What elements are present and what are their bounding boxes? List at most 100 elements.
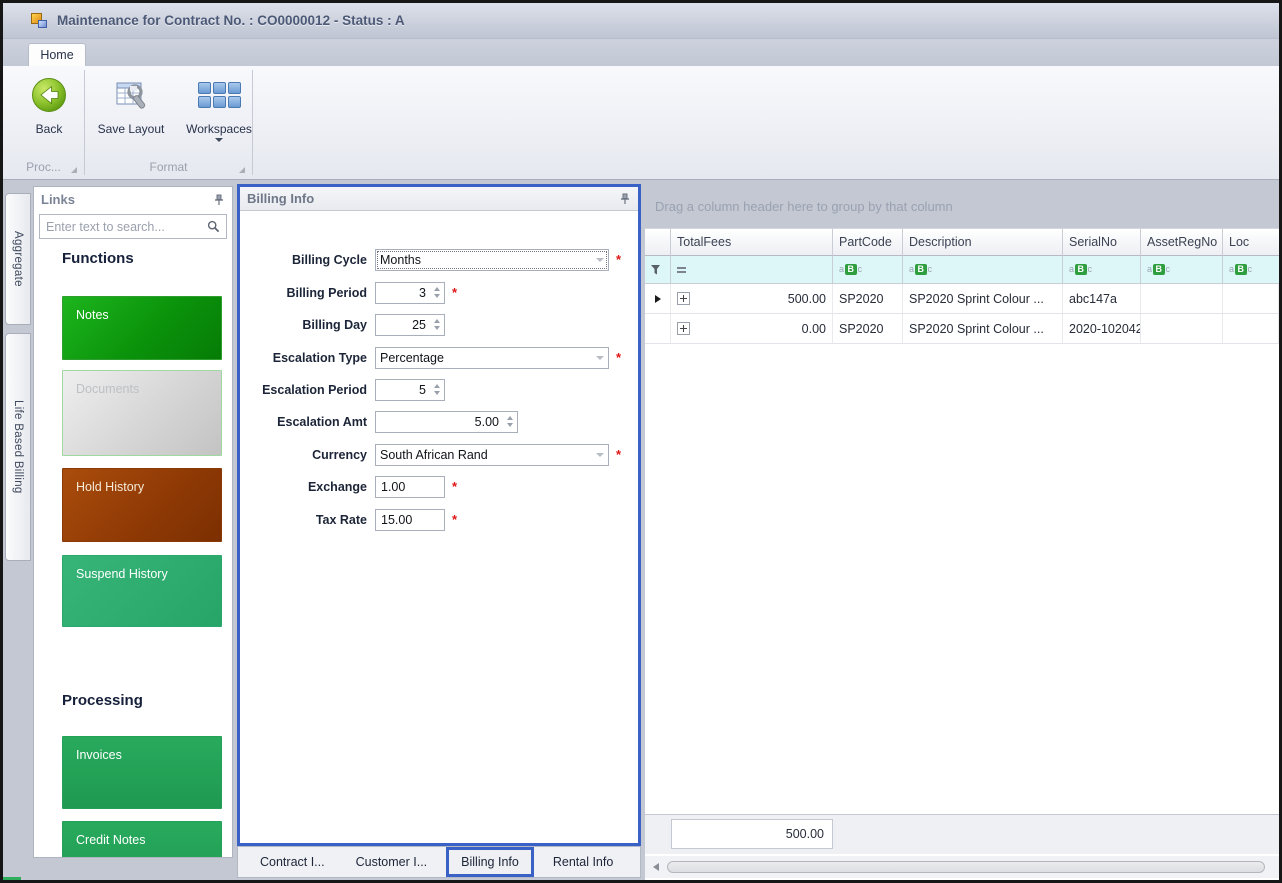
cell-description[interactable]: SP2020 Sprint Colour ... (903, 314, 1063, 344)
exchange-field[interactable]: 1.00 (375, 475, 445, 498)
group-by-panel[interactable]: Drag a column header here to group by th… (645, 184, 1279, 228)
column-header-description[interactable]: Description (903, 228, 1063, 256)
cell-partcode[interactable]: SP2020 (833, 314, 903, 344)
spin-up-icon[interactable] (507, 416, 513, 420)
column-header-totalfees[interactable]: TotalFees (671, 228, 833, 256)
billing-cycle-combo[interactable]: Months (375, 248, 609, 271)
back-label: Back (35, 122, 63, 136)
escalation-type-combo[interactable]: Percentage (375, 346, 609, 369)
documents-button[interactable]: Documents (62, 370, 222, 456)
cell-assetregno[interactable] (1141, 284, 1223, 314)
tab-customer-info[interactable]: Customer I... (344, 847, 440, 877)
workspaces-grid-icon (178, 74, 260, 116)
side-tab-aggregate[interactable]: Aggregate (5, 193, 31, 325)
pin-icon[interactable] (213, 194, 225, 206)
chevron-down-icon[interactable] (592, 250, 608, 270)
escalation-amt-spinner[interactable]: 5.00 (375, 410, 518, 433)
side-tab-life-based-billing[interactable]: Life Based Billing (5, 333, 31, 561)
escalation-amt-label: Escalation Amt (277, 414, 367, 429)
required-indicator: * (616, 350, 622, 365)
cell-location[interactable] (1223, 314, 1279, 344)
filter-cell-totalfees[interactable] (671, 256, 833, 284)
spin-up-icon[interactable] (434, 287, 440, 291)
cell-totalfees[interactable]: 0.00 (671, 314, 833, 344)
grid-row[interactable]: 500.00 SP2020 SP2020 Sprint Colour ... a… (645, 284, 1279, 314)
tab-billing-info[interactable]: Billing Info (446, 847, 534, 877)
filter-cell-assetregno[interactable]: aBc (1141, 256, 1223, 284)
grid-summary-footer: 500.00 (645, 814, 1279, 854)
currency-combo[interactable]: South African Rand (375, 443, 609, 466)
column-header-partcode[interactable]: PartCode (833, 228, 903, 256)
cell-location[interactable] (1223, 284, 1279, 314)
grid-row[interactable]: 0.00 SP2020 SP2020 Sprint Colour ... 202… (645, 314, 1279, 344)
cell-assetregno[interactable] (1141, 314, 1223, 344)
dialog-launcher-icon[interactable] (71, 167, 77, 173)
tab-contract-info[interactable]: Contract I... (248, 847, 337, 877)
suspend-history-button[interactable]: Suspend History (62, 555, 222, 627)
billing-period-spinner[interactable]: 3 (375, 281, 445, 304)
filter-icon (651, 264, 660, 274)
credit-notes-button[interactable]: Credit Notes (62, 821, 222, 857)
save-layout-button[interactable]: Save Layout (92, 74, 170, 136)
save-layout-icon (92, 74, 170, 116)
workspaces-button[interactable]: Workspaces (178, 74, 260, 142)
tax-rate-field[interactable]: 15.00 (375, 508, 445, 531)
filter-cell-location[interactable]: aBc (1223, 256, 1279, 284)
cell-partcode[interactable]: SP2020 (833, 284, 903, 314)
filter-cell-partcode[interactable]: aBc (833, 256, 903, 284)
form-icon (31, 12, 48, 29)
text-filter-icon: aBc (909, 264, 933, 275)
row-indicator-cell (645, 314, 671, 344)
expand-detail-icon[interactable] (677, 292, 690, 305)
back-button[interactable]: Back (18, 74, 80, 136)
cell-description[interactable]: SP2020 Sprint Colour ... (903, 284, 1063, 314)
spin-down-icon[interactable] (434, 391, 440, 395)
dialog-launcher-icon[interactable] (239, 167, 245, 173)
spin-down-icon[interactable] (507, 423, 513, 427)
cell-serialno[interactable]: 2020-102042 (1063, 314, 1141, 344)
search-input[interactable] (46, 219, 207, 234)
invoices-button[interactable]: Invoices (62, 736, 222, 809)
focused-row-indicator (645, 284, 671, 314)
cell-serialno[interactable]: abc147a (1063, 284, 1141, 314)
billing-cycle-value: Months (380, 252, 421, 267)
column-header-assetregno[interactable]: AssetRegNo (1141, 228, 1223, 256)
equals-operator-icon[interactable] (677, 266, 686, 273)
currency-value: South African Rand (380, 447, 488, 462)
pin-icon[interactable] (619, 193, 631, 205)
spin-down-icon[interactable] (434, 294, 440, 298)
escalation-period-spinner[interactable]: 5 (375, 378, 445, 401)
spin-up-icon[interactable] (434, 319, 440, 323)
scrollbar-thumb[interactable] (667, 861, 1265, 873)
totalfees-value: 500.00 (787, 291, 826, 306)
tab-rental-info[interactable]: Rental Info (541, 847, 625, 877)
filter-row-indicator (645, 256, 671, 284)
detail-tab-strip: Contract I... Customer I... Billing Info… (237, 846, 641, 878)
hold-history-button[interactable]: Hold History (62, 468, 222, 542)
required-indicator: * (452, 479, 458, 494)
cell-totalfees[interactable]: 500.00 (671, 284, 833, 314)
app-window: Maintenance for Contract No. : CO0000012… (0, 0, 1282, 883)
spin-up-icon[interactable] (434, 384, 440, 388)
required-indicator: * (616, 252, 622, 267)
grid-header-row: TotalFees PartCode Description SerialNo … (645, 228, 1279, 256)
filter-cell-serialno[interactable]: aBc (1063, 256, 1141, 284)
spin-down-icon[interactable] (434, 326, 440, 330)
billing-day-spinner[interactable]: 25 (375, 313, 445, 336)
scroll-left-icon[interactable] (653, 863, 659, 871)
column-header-serialno[interactable]: SerialNo (1063, 228, 1141, 256)
text-filter-icon: aBc (1069, 264, 1093, 275)
links-search-box[interactable] (39, 214, 227, 239)
escalation-period-value: 5 (419, 382, 426, 397)
chevron-down-icon[interactable] (592, 348, 608, 368)
search-icon[interactable] (207, 220, 220, 233)
column-header-location[interactable]: Loc (1223, 228, 1279, 256)
escalation-type-label: Escalation Type (272, 350, 367, 365)
back-arrow-icon (18, 74, 80, 116)
notes-button[interactable]: Notes (62, 296, 222, 360)
expand-detail-icon[interactable] (677, 322, 690, 335)
tab-home[interactable]: Home (28, 43, 86, 66)
chevron-down-icon[interactable] (592, 445, 608, 465)
filter-cell-description[interactable]: aBc (903, 256, 1063, 284)
horizontal-scrollbar[interactable] (645, 856, 1279, 878)
